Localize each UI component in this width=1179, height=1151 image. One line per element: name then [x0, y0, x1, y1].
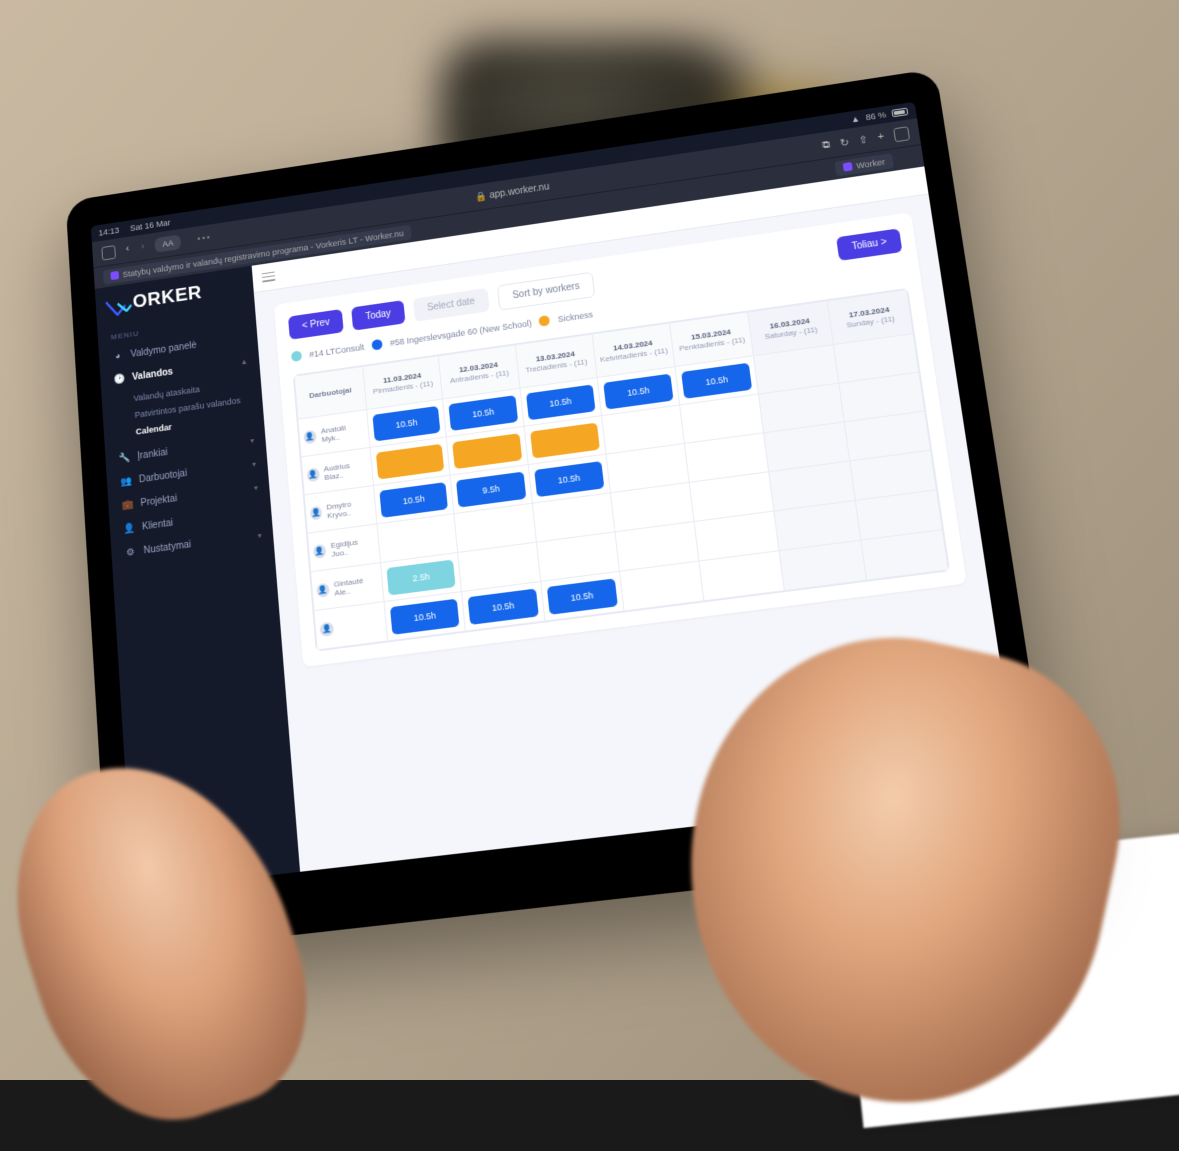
nav-clients-label: Klientai	[142, 518, 174, 533]
battery-icon	[891, 108, 908, 118]
share-icon[interactable]: ⇧	[858, 133, 869, 146]
hours-slot[interactable]: 10.5h	[546, 578, 617, 614]
sidebar-toggle-icon[interactable]	[101, 245, 116, 260]
hours-slot[interactable]: 10.5h	[681, 362, 752, 398]
hours-slot[interactable]	[530, 422, 600, 458]
hours-slot[interactable]	[452, 433, 521, 469]
gauge-icon: ◕	[112, 351, 124, 363]
favicon-icon	[843, 162, 853, 172]
extension-icon[interactable]: ⧉	[821, 139, 830, 152]
employee-cell[interactable]: 👤	[314, 602, 388, 650]
more-dots[interactable]: •••	[197, 233, 212, 244]
avatar: 👤	[313, 543, 327, 558]
user-icon: 👤	[123, 523, 135, 535]
legend-dot-1	[291, 350, 302, 362]
gear-icon: ⚙	[124, 547, 136, 559]
briefcase-icon: 💼	[121, 499, 133, 511]
calendar-cell[interactable]: 10.5h	[462, 581, 545, 631]
forward-button[interactable]: ›	[139, 241, 146, 253]
chevron-up-icon: ▲	[240, 357, 248, 366]
prev-button[interactable]: < Prev	[288, 309, 344, 340]
hamburger-icon[interactable]	[262, 271, 276, 282]
sort-workers-button[interactable]: Sort by workers	[497, 272, 596, 311]
wifi-icon: ▲	[850, 114, 860, 124]
avatar: 👤	[316, 582, 330, 597]
nav-projects-label: Projektai	[140, 493, 177, 508]
legend-dot-2	[371, 339, 382, 351]
chevron-down-icon: ▾	[254, 483, 258, 492]
brand-text: ORKER	[132, 282, 203, 313]
legend-label-1: #14 LTConsult	[309, 342, 365, 359]
employee-name: Egidijus Juo..	[330, 535, 375, 558]
legend-dot-3	[539, 315, 551, 327]
battery-percent: 86 %	[865, 110, 887, 122]
hours-slot[interactable]: 10.5h	[449, 395, 518, 431]
wrench-icon: 🔧	[118, 453, 130, 465]
employee-name: Dmytro Kryvo..	[326, 497, 372, 520]
url-text: app.worker.nu	[489, 181, 550, 200]
next-button[interactable]: Toliau >	[836, 228, 902, 261]
avatar: 👤	[306, 467, 319, 482]
status-time: 14:13	[98, 226, 119, 238]
nav-tools-label: Įrankiai	[137, 447, 168, 461]
today-button[interactable]: Today	[351, 300, 405, 331]
calendar-cell[interactable]: 10.5h	[540, 571, 624, 621]
new-tab-icon[interactable]: +	[877, 131, 885, 143]
back-button[interactable]: ‹	[124, 244, 131, 256]
chevron-down-icon: ▾	[252, 460, 256, 469]
tab-2-title: Worker	[856, 157, 886, 170]
legend-label-3: Sickness	[557, 309, 593, 323]
hours-slot[interactable]: 2.5h	[386, 559, 455, 595]
logo-mark-icon	[108, 295, 129, 314]
hours-slot[interactable]: 10.5h	[390, 598, 460, 634]
avatar: 👤	[303, 429, 317, 444]
employee-name: Anatolii Myk..	[320, 421, 364, 444]
clock-icon: 🕑	[113, 374, 125, 386]
hours-slot[interactable]: 10.5h	[534, 461, 604, 497]
chevron-down-icon: ▾	[250, 436, 254, 445]
favicon-icon	[110, 271, 119, 280]
calendar-card: < Prev Today Select date Sort by workers…	[274, 212, 967, 667]
avatar: 👤	[310, 505, 323, 520]
hours-slot[interactable]: 9.5h	[456, 471, 526, 507]
nav-employees-label: Darbuotojai	[139, 468, 188, 485]
employee-name: Audrius Blaz..	[323, 458, 368, 481]
avatar: 👤	[319, 621, 334, 636]
tabs-icon[interactable]	[893, 126, 910, 142]
hours-slot[interactable]: 10.5h	[379, 482, 448, 518]
nav-settings-label: Nustatymai	[143, 540, 191, 557]
reload-icon[interactable]: ↻	[839, 136, 850, 149]
select-date-button[interactable]: Select date	[413, 288, 490, 322]
chevron-down-icon: ▾	[257, 531, 262, 540]
hours-slot[interactable]: 10.5h	[526, 384, 596, 420]
hours-slot[interactable]: 10.5h	[468, 588, 539, 624]
nav-hours-label: Valandos	[132, 367, 174, 383]
reader-aa-button[interactable]: AA	[155, 234, 182, 252]
people-icon: 👥	[120, 476, 132, 488]
hours-slot[interactable]: 10.5h	[372, 405, 440, 441]
hours-slot[interactable]	[376, 443, 445, 479]
nav-dashboard-label: Valdymo panelė	[130, 340, 197, 360]
employee-name: Gintautė Ale..	[333, 574, 378, 597]
hours-slot[interactable]: 10.5h	[603, 373, 674, 409]
calendar-cell[interactable]: 10.5h	[384, 592, 466, 641]
